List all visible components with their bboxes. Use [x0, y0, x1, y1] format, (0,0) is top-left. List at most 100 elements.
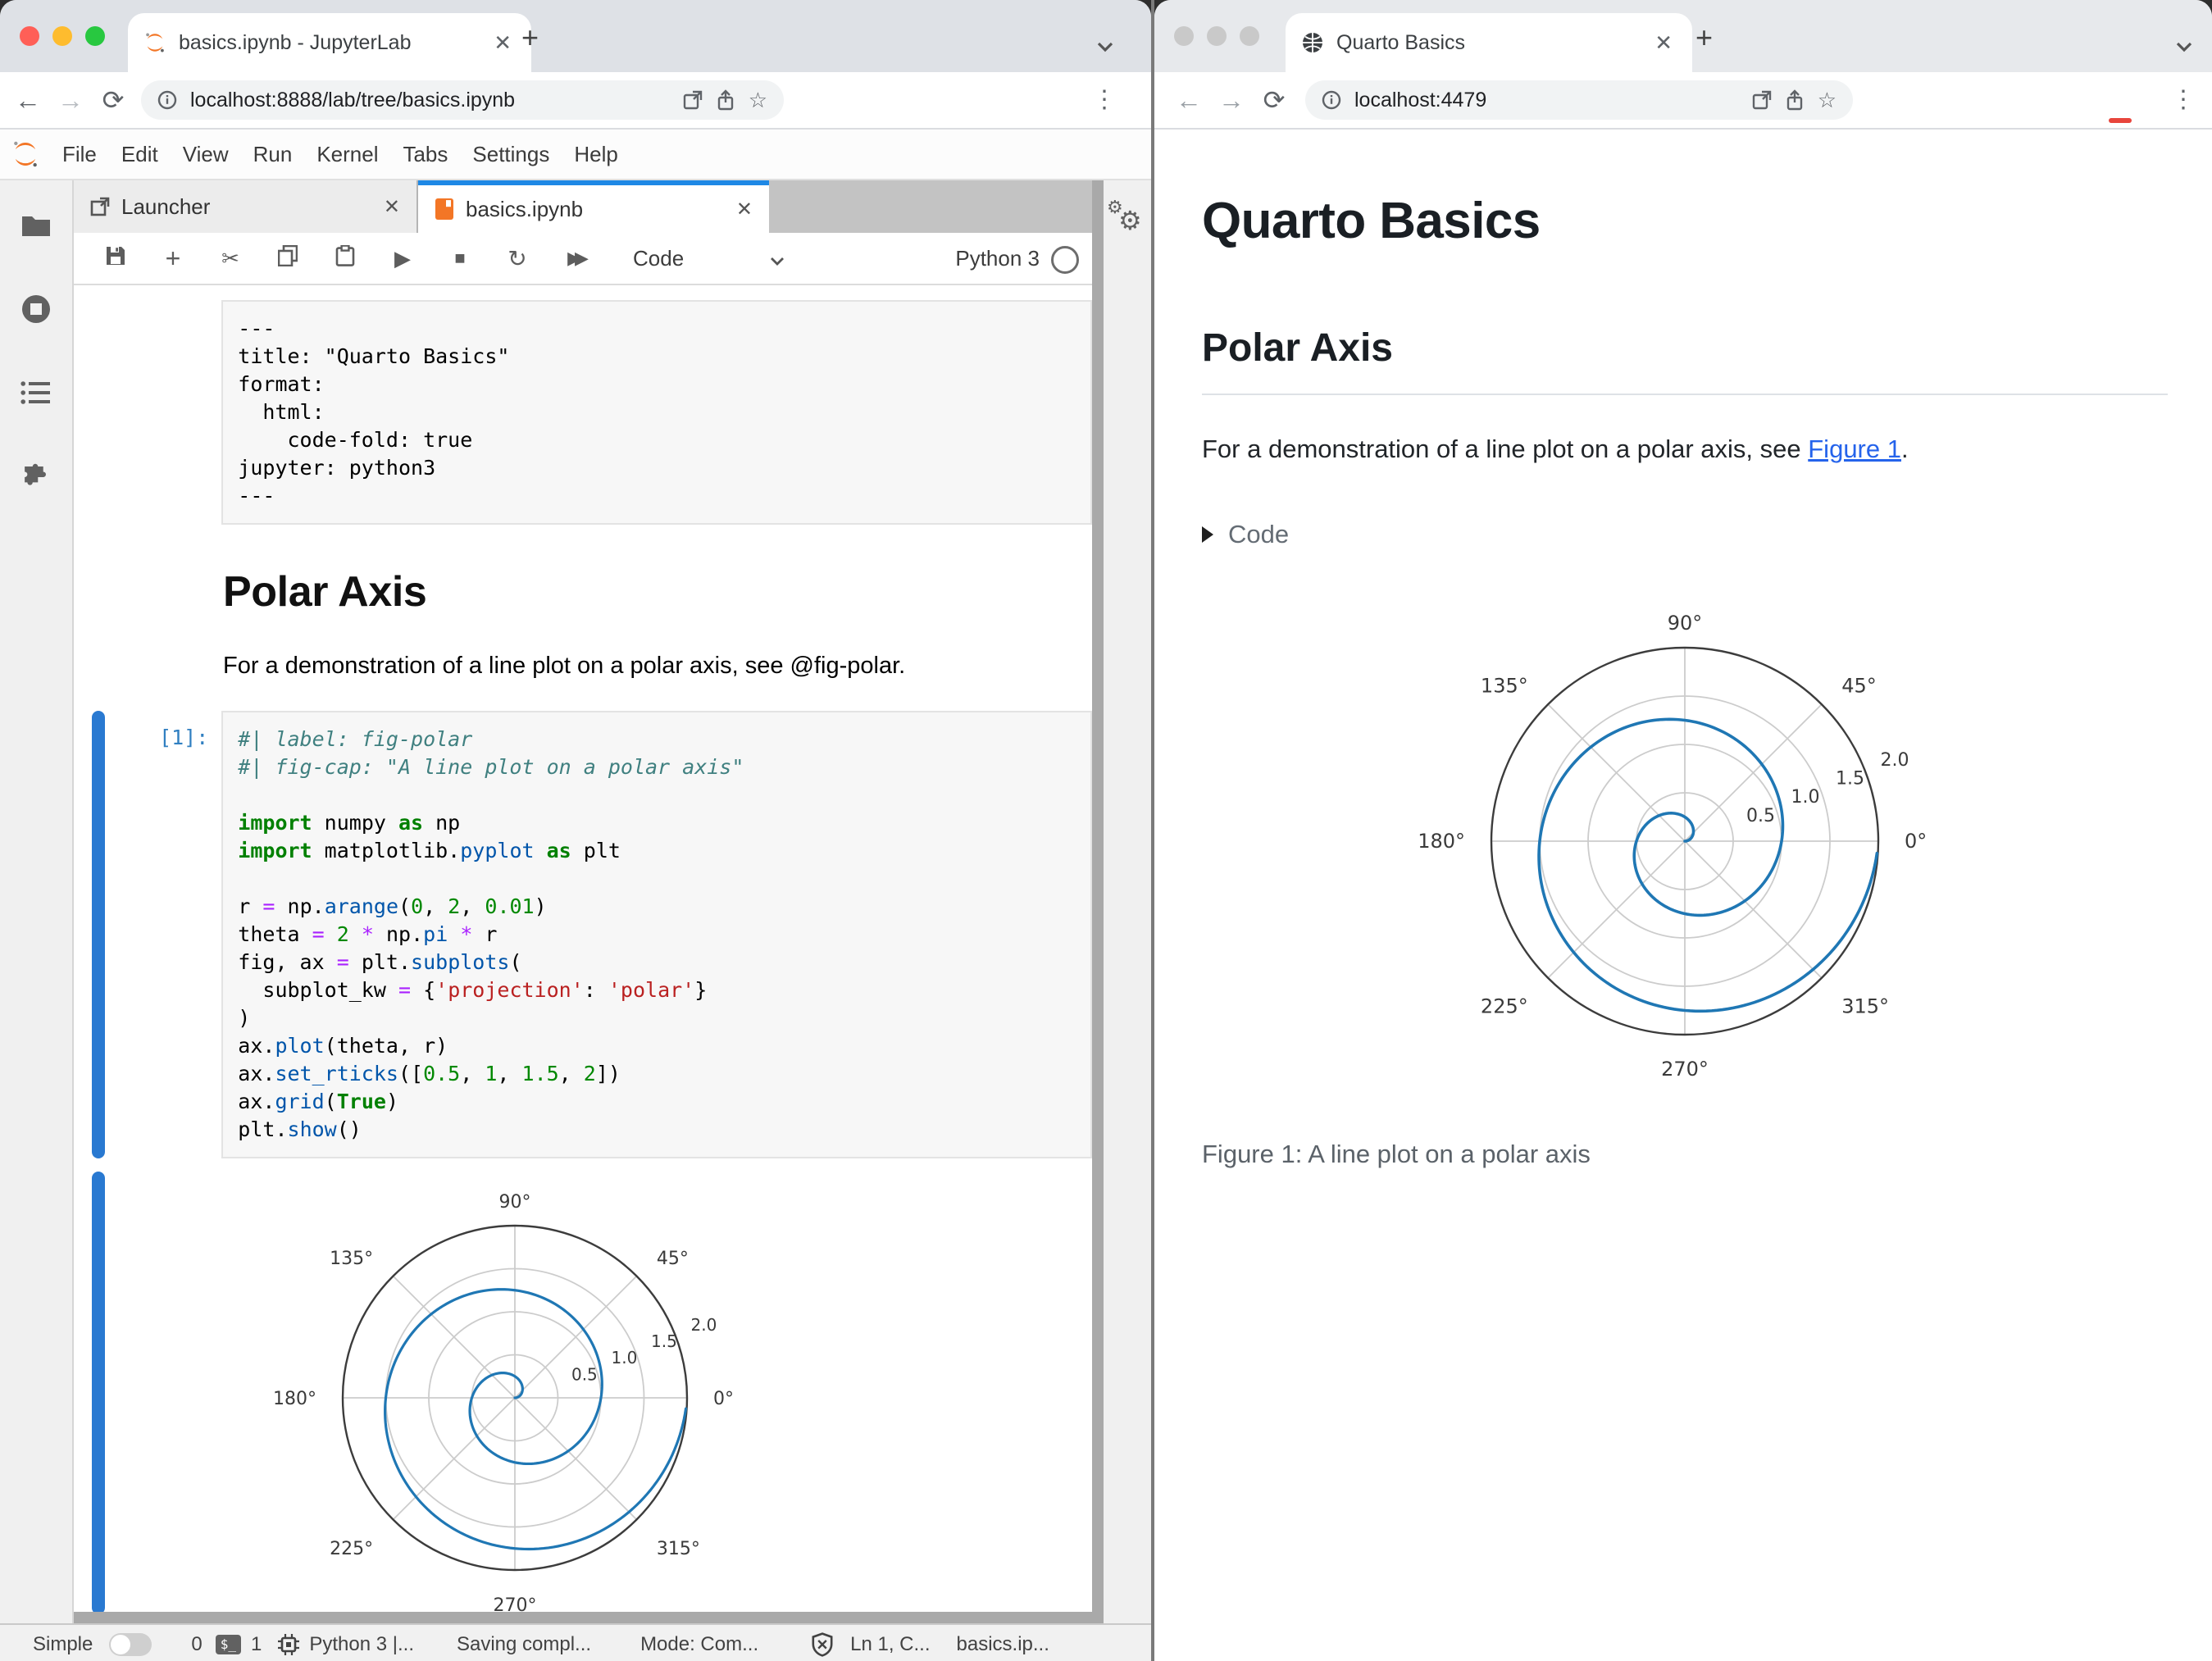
bookmark-star-icon[interactable]: ☆ — [1818, 88, 1837, 113]
bookmark-star-icon[interactable]: ☆ — [749, 88, 767, 113]
browser-tab[interactable]: Quarto Basics ✕ — [1286, 13, 1692, 72]
extension-manager-icon[interactable] — [20, 461, 52, 492]
tab-close-icon[interactable]: ✕ — [384, 195, 400, 219]
restart-kernel-icon[interactable]: ↻ — [489, 245, 546, 272]
svg-text:315°: 315° — [657, 1539, 700, 1559]
cell-type-chevron-icon[interactable] — [769, 243, 785, 274]
menu-view[interactable]: View — [183, 142, 229, 167]
document-tabbar: Launcher ✕ basics.ipynb ✕ — [74, 180, 1092, 233]
svg-text:135°: 135° — [1481, 675, 1528, 698]
forward-icon[interactable]: → — [1210, 85, 1253, 116]
run-cell-icon[interactable]: ▶ — [374, 246, 431, 271]
tab-close-icon[interactable]: ✕ — [490, 30, 515, 56]
cursor-position[interactable]: Ln 1, C... — [850, 1633, 930, 1656]
file-browser-icon[interactable] — [20, 213, 52, 238]
site-info-icon[interactable] — [1322, 90, 1341, 110]
menu-file[interactable]: File — [62, 142, 97, 167]
reload-icon[interactable]: ⟳ — [1253, 84, 1295, 116]
add-cell-icon[interactable]: + — [144, 243, 202, 274]
back-icon[interactable]: ← — [7, 85, 49, 116]
simple-mode-toggle[interactable] — [109, 1633, 152, 1656]
notebook-content[interactable]: --- title: "Quarto Basics" format: html: c… — [74, 285, 1092, 1612]
tab-notebook[interactable]: basics.ipynb ✕ — [418, 180, 769, 233]
restart-run-all-icon[interactable]: ▶▶ — [546, 248, 603, 269]
browser-menu-icon[interactable]: ⋮ — [2171, 85, 2196, 114]
raw-cell[interactable]: --- title: "Quarto Basics" format: html: c… — [74, 300, 1092, 525]
output-prompt — [105, 1172, 223, 1612]
trust-shield-icon[interactable] — [811, 1632, 834, 1657]
open-in-new-icon[interactable] — [1752, 90, 1772, 110]
close-window-button[interactable] — [20, 26, 39, 46]
reload-icon[interactable]: ⟳ — [92, 84, 134, 116]
page-title: Quarto Basics — [1202, 193, 1541, 249]
kernel-status-icon[interactable] — [1051, 246, 1079, 274]
cell-type-select[interactable]: Code — [633, 246, 684, 271]
markdown-paragraph: For a demonstration of a line plot on a … — [223, 653, 906, 679]
menu-tabs[interactable]: Tabs — [403, 142, 448, 167]
tab-close-icon[interactable]: ✕ — [1651, 30, 1676, 56]
menu-help[interactable]: Help — [574, 142, 617, 167]
open-in-new-icon[interactable] — [683, 90, 703, 110]
address-bar[interactable]: localhost:4479 ☆ — [1305, 80, 1853, 120]
copy-cells-icon[interactable] — [259, 244, 316, 272]
code-fold-toggle[interactable]: Code — [1202, 520, 2168, 549]
raw-cell-editor[interactable]: --- title: "Quarto Basics" format: html: c… — [221, 300, 1092, 525]
tab-launcher[interactable]: Launcher ✕ — [74, 180, 418, 233]
code-cell[interactable]: [1]: #| label: fig-polar #| fig-cap: "A l… — [74, 711, 1092, 1158]
cut-cells-icon[interactable]: ✂ — [202, 246, 259, 271]
running-kernels-icon[interactable] — [20, 294, 52, 325]
address-bar[interactable]: localhost:8888/lab/tree/basics.ipynb ☆ — [141, 80, 784, 120]
markdown-cell[interactable]: Polar Axis For a demonstration of a line… — [74, 525, 1092, 680]
polar-plot-figure: 0° 45° 90° 135° 180° 225° 270° 315° 0.5 1.0 1.5 2.0 — [1406, 595, 1964, 1094]
maximize-window-button[interactable] — [85, 26, 105, 46]
tab-search-chevron-icon[interactable] — [2174, 30, 2194, 60]
svg-text:180°: 180° — [273, 1389, 316, 1409]
browser-menu-icon[interactable]: ⋮ — [1092, 85, 1117, 114]
back-icon[interactable]: ← — [1167, 85, 1210, 116]
active-cell-collapser[interactable] — [92, 711, 105, 1158]
code-cell-editor[interactable]: #| label: fig-polar #| fig-cap: "A line p… — [221, 711, 1092, 1158]
markdown-heading: Polar Axis — [223, 568, 427, 616]
minimize-window-button[interactable] — [52, 26, 72, 46]
menu-run[interactable]: Run — [253, 142, 293, 167]
save-icon[interactable] — [87, 245, 144, 272]
kernel-status-text[interactable]: Python 3 |... — [309, 1633, 414, 1656]
forward-icon[interactable]: → — [49, 85, 92, 116]
code-fold-label: Code — [1228, 520, 1290, 548]
svg-text:270°: 270° — [1661, 1058, 1709, 1081]
share-icon[interactable] — [716, 89, 735, 111]
url-text: localhost:4479 — [1354, 88, 1487, 111]
svg-text:90°: 90° — [1668, 612, 1703, 635]
macos-window-controls[interactable] — [20, 26, 105, 46]
minimize-window-button[interactable] — [1207, 26, 1227, 46]
simple-mode-label: Simple — [33, 1633, 93, 1655]
menu-kernel[interactable]: Kernel — [316, 142, 378, 167]
new-tab-button[interactable]: + — [1695, 23, 1713, 52]
tab-search-chevron-icon[interactable] — [1095, 30, 1115, 60]
figure-link[interactable]: Figure 1 — [1808, 435, 1901, 463]
table-of-contents-icon[interactable] — [20, 380, 52, 405]
svg-text:45°: 45° — [657, 1249, 689, 1269]
cell-prompt — [105, 300, 221, 525]
menu-edit[interactable]: Edit — [121, 142, 158, 167]
share-icon[interactable] — [1785, 89, 1805, 111]
output-collapser[interactable] — [92, 1172, 105, 1612]
jupyterlab-browser-window: basics.ipynb - JupyterLab ✕ + ← → ⟳ loca… — [0, 0, 1151, 1661]
cell-collapser[interactable] — [92, 525, 105, 680]
new-tab-button[interactable]: + — [521, 23, 539, 52]
kernel-name[interactable]: Python 3 — [955, 246, 1040, 271]
paste-cells-icon[interactable] — [316, 243, 374, 272]
site-info-icon[interactable] — [157, 90, 177, 110]
browser-tab-title: Quarto Basics — [1336, 30, 1466, 54]
cell-collapser[interactable] — [92, 300, 105, 525]
maximize-window-button[interactable] — [1240, 26, 1259, 46]
close-window-button[interactable] — [1174, 26, 1194, 46]
svg-text:270°: 270° — [494, 1595, 537, 1612]
jupyterlab-right-activity-bar: ⚙ ⚙ — [1104, 180, 1151, 1623]
menu-settings[interactable]: Settings — [472, 142, 549, 167]
macos-window-controls[interactable] — [1174, 26, 1259, 46]
browser-tab[interactable]: basics.ipynb - JupyterLab ✕ — [128, 13, 531, 72]
stop-kernel-icon[interactable]: ■ — [431, 248, 489, 269]
tab-close-icon[interactable]: ✕ — [736, 198, 753, 221]
statusbar-filename: basics.ip... — [956, 1633, 1049, 1655]
